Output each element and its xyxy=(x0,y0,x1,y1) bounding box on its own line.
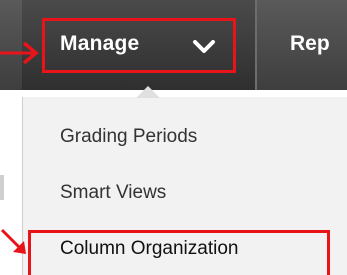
nav-separator xyxy=(255,0,257,90)
menu-item-grading-periods[interactable]: Grading Periods xyxy=(60,126,197,148)
arrow-right-icon xyxy=(0,41,39,65)
column-organization-highlight-box xyxy=(28,230,330,275)
reports-menu-tab[interactable]: Rep xyxy=(290,32,330,56)
manage-highlight-box xyxy=(42,18,236,73)
dropdown-pointer xyxy=(136,86,160,98)
left-edge-stub xyxy=(0,175,4,200)
menu-item-smart-views[interactable]: Smart Views xyxy=(60,182,166,204)
arrow-down-right-icon xyxy=(0,228,26,254)
